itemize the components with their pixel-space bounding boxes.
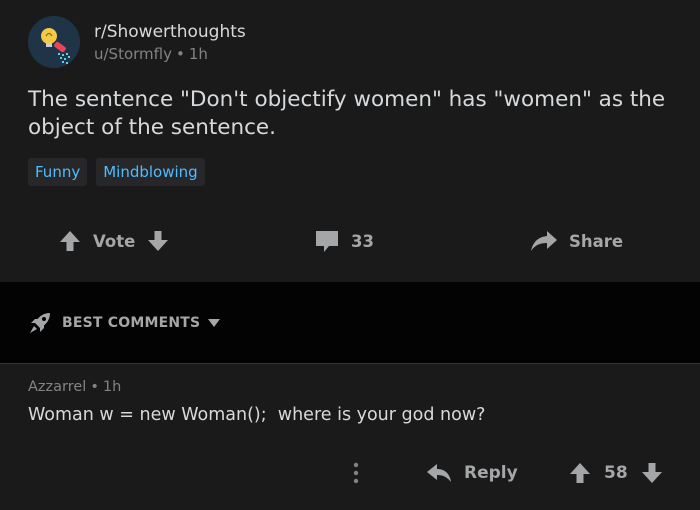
post-title[interactable]: The sentence "Don't objectify women" has… (28, 86, 678, 142)
comment: Azzarrel • 1h Woman w = new Woman(); where… (0, 365, 700, 510)
comment-meta: Azzarrel • 1h (28, 379, 121, 395)
caret-down-icon (208, 318, 221, 327)
post-header: r/Showerthoughts u/Stormfly • 1h (28, 16, 246, 68)
comment-author[interactable]: Azzarrel (28, 379, 86, 395)
comment-score: 58 (604, 463, 628, 483)
post-byline: u/Stormfly • 1h (94, 44, 246, 64)
comment-sort-bar[interactable]: BEST COMMENTS (0, 282, 700, 364)
comment-age: 1h (102, 379, 122, 395)
flair-list: Funny Mindblowing (28, 158, 205, 186)
more-options-icon[interactable] (348, 457, 364, 489)
sort-label: BEST COMMENTS (62, 314, 201, 331)
comment-count: 33 (351, 231, 374, 251)
upvote-arrow-icon[interactable] (58, 229, 82, 253)
reply-button[interactable]: Reply (426, 453, 518, 493)
downvote-arrow-icon[interactable] (146, 229, 170, 253)
downvote-arrow-icon[interactable] (640, 461, 664, 485)
subreddit-avatar-icon[interactable] (28, 16, 80, 68)
vote-control: Vote (58, 220, 170, 262)
speech-bubble-icon (314, 228, 340, 254)
share-button[interactable]: Share (530, 220, 634, 262)
share-label: Share (569, 231, 624, 251)
post-actions: Vote 33 Share (0, 220, 700, 262)
separator-dot: • (90, 379, 99, 395)
post-meta: r/Showerthoughts u/Stormfly • 1h (94, 21, 246, 64)
post-author[interactable]: u/Stormfly (94, 45, 172, 63)
rocket-icon (28, 311, 52, 335)
upvote-arrow-icon[interactable] (568, 461, 592, 485)
comment-vote-control: 58 (568, 453, 664, 493)
comment-actions: Reply 58 (0, 453, 700, 493)
subreddit-name[interactable]: r/Showerthoughts (94, 21, 246, 43)
reply-arrow-icon (426, 462, 452, 484)
comments-button[interactable]: 33 (314, 220, 385, 262)
vote-label: Vote (93, 231, 136, 251)
flair-funny[interactable]: Funny (28, 158, 88, 186)
reply-label: Reply (464, 463, 518, 483)
reddit-post-page: r/Showerthoughts u/Stormfly • 1h The sente… (0, 0, 700, 510)
flair-mindblowing[interactable]: Mindblowing (96, 158, 205, 186)
share-arrow-icon (530, 229, 558, 253)
separator-dot: • (175, 44, 185, 63)
post-age: 1h (188, 44, 208, 63)
comment-body: Woman w = new Woman(); where is your god… (28, 405, 486, 425)
post-card: r/Showerthoughts u/Stormfly • 1h The sente… (0, 0, 700, 282)
